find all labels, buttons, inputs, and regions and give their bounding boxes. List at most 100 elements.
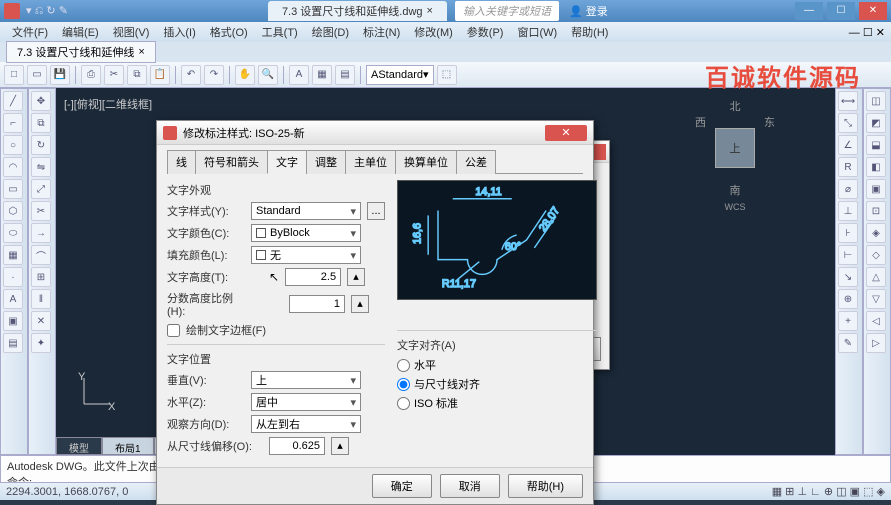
dim-linear-icon[interactable]: ⟷	[838, 91, 858, 111]
undo-icon[interactable]: ↶	[181, 65, 201, 85]
trim-icon[interactable]: ✂	[31, 201, 51, 221]
dialog-close-button[interactable]: ✕	[545, 125, 587, 141]
menu-edit[interactable]: 编辑(E)	[56, 22, 105, 42]
status-toggles[interactable]: ▦ ⊞ ⊥ ∟ ⊕ ◫ ▣ ⬚ ◈	[772, 485, 885, 498]
horizontal-select[interactable]: 居中	[251, 393, 361, 411]
explode-icon[interactable]: ✦	[31, 333, 51, 353]
tool-icon[interactable]: ⬚	[437, 65, 457, 85]
align-horiz-radio[interactable]	[397, 359, 410, 372]
hatch-icon[interactable]: ▦	[3, 245, 23, 265]
menu-window[interactable]: 窗口(W)	[511, 22, 563, 42]
tab-layout1[interactable]: 布局1	[102, 437, 154, 455]
dim-aligned-icon[interactable]: ⤡	[838, 113, 858, 133]
viewcube[interactable]: 北 西上东 南 WCS	[695, 98, 775, 188]
tool-icon[interactable]: ⊡	[866, 201, 886, 221]
dim-angular-icon[interactable]: ∠	[838, 135, 858, 155]
new-icon[interactable]: □	[4, 65, 24, 85]
tool-icon[interactable]: ◧	[866, 157, 886, 177]
vertical-select[interactable]: 上	[251, 371, 361, 389]
tool-icon[interactable]: △	[866, 267, 886, 287]
viewcube-top[interactable]: 上	[715, 128, 755, 168]
scale-icon[interactable]: ⤢	[31, 179, 51, 199]
text-icon[interactable]: A	[3, 289, 23, 309]
tool-icon[interactable]: ◫	[866, 91, 886, 111]
textstyle-select[interactable]: A Standard ▾	[366, 65, 434, 85]
menu-dimension[interactable]: 标注(N)	[357, 22, 406, 42]
tool-icon[interactable]: ◇	[866, 245, 886, 265]
menu-insert[interactable]: 插入(I)	[157, 22, 201, 42]
textframe-checkbox[interactable]	[167, 324, 180, 337]
viewcube-east[interactable]: 东	[764, 114, 775, 182]
polyline-icon[interactable]: ⌐	[3, 113, 23, 133]
save-icon[interactable]: 💾	[50, 65, 70, 85]
menu-view[interactable]: 视图(V)	[107, 22, 156, 42]
help-search-input[interactable]: 输入关键字或短语	[455, 1, 559, 21]
dim-edit-icon[interactable]: ✎	[838, 333, 858, 353]
minimize-button[interactable]: —	[795, 2, 823, 20]
textheight-input[interactable]	[285, 268, 341, 286]
tab-tolerance[interactable]: 公差	[456, 150, 496, 174]
mirror-icon[interactable]: ⇋	[31, 157, 51, 177]
extend-icon[interactable]: →	[31, 223, 51, 243]
menu-tools[interactable]: 工具(T)	[256, 22, 304, 42]
tool-icon[interactable]: ◁	[866, 311, 886, 331]
spinner-icon[interactable]: ▴	[351, 295, 369, 313]
open-icon[interactable]: ▭	[27, 65, 47, 85]
array-icon[interactable]: ⊞	[31, 267, 51, 287]
offset-input[interactable]	[269, 437, 325, 455]
polygon-icon[interactable]: ⬡	[3, 201, 23, 221]
move-icon[interactable]: ✥	[31, 91, 51, 111]
cancel-button[interactable]: 取消	[440, 474, 500, 498]
tab-primary[interactable]: 主单位	[345, 150, 396, 174]
tab-alternate[interactable]: 换算单位	[395, 150, 457, 174]
fillet-icon[interactable]: ⌒	[31, 245, 51, 265]
close-button[interactable]: ✕	[859, 2, 887, 20]
mdi-controls[interactable]: — ☐ ✕	[849, 26, 885, 39]
tool-icon[interactable]: ▣	[866, 179, 886, 199]
rect-icon[interactable]: ▭	[3, 179, 23, 199]
tab-symbols[interactable]: 符号和箭头	[195, 150, 268, 174]
erase-icon[interactable]: ✕	[31, 311, 51, 331]
ok-button[interactable]: 确定	[372, 474, 432, 498]
tool-icon[interactable]: ▷	[866, 333, 886, 353]
menu-param[interactable]: 参数(P)	[461, 22, 510, 42]
rotate-icon[interactable]: ↻	[31, 135, 51, 155]
menu-modify[interactable]: 修改(M)	[408, 22, 459, 42]
arc-icon[interactable]: ◠	[3, 157, 23, 177]
block-icon[interactable]: ▣	[3, 311, 23, 331]
pan-icon[interactable]: ✋	[235, 65, 255, 85]
table-icon[interactable]: ▤	[3, 333, 23, 353]
textstyle-select[interactable]: Standard	[251, 202, 361, 220]
tab-model[interactable]: 模型	[56, 437, 102, 455]
viewcube-west[interactable]: 西	[695, 114, 706, 182]
circle-icon[interactable]: ○	[3, 135, 23, 155]
viewcube-south[interactable]: 南	[695, 182, 775, 198]
login-link[interactable]: 👤 登录	[569, 3, 608, 19]
dim-ord-icon[interactable]: ⊥	[838, 201, 858, 221]
tool-icon[interactable]: ▽	[866, 289, 886, 309]
dim-base-icon[interactable]: ⊢	[838, 245, 858, 265]
textstyle-browse-button[interactable]: ...	[367, 202, 385, 220]
help-button[interactable]: 帮助(H)	[508, 474, 583, 498]
tab-fit[interactable]: 调整	[306, 150, 346, 174]
align-iso-radio[interactable]	[397, 397, 410, 410]
line-icon[interactable]: ╱	[3, 91, 23, 111]
tool-icon[interactable]: ◈	[866, 223, 886, 243]
fracheight-input[interactable]	[289, 295, 345, 313]
close-icon[interactable]: ×	[427, 5, 433, 17]
tool-icon[interactable]: ⬓	[866, 135, 886, 155]
tool-icon[interactable]: ▦	[312, 65, 332, 85]
dim-diameter-icon[interactable]: ⌀	[838, 179, 858, 199]
print-icon[interactable]: ⎙	[81, 65, 101, 85]
maximize-button[interactable]: ☐	[827, 2, 855, 20]
tab-text[interactable]: 文字	[267, 150, 307, 174]
tool-icon[interactable]: ◩	[866, 113, 886, 133]
close-icon[interactable]: ×	[138, 46, 144, 58]
center-icon[interactable]: +	[838, 311, 858, 331]
copy-icon[interactable]: ⧉	[31, 113, 51, 133]
dim-radius-icon[interactable]: R	[838, 157, 858, 177]
viewcube-north[interactable]: 北	[695, 98, 775, 114]
leader-icon[interactable]: ↘	[838, 267, 858, 287]
menu-draw[interactable]: 绘图(D)	[306, 22, 355, 42]
dialog-titlebar[interactable]: 修改标注样式: ISO-25-新 ✕	[157, 121, 593, 145]
